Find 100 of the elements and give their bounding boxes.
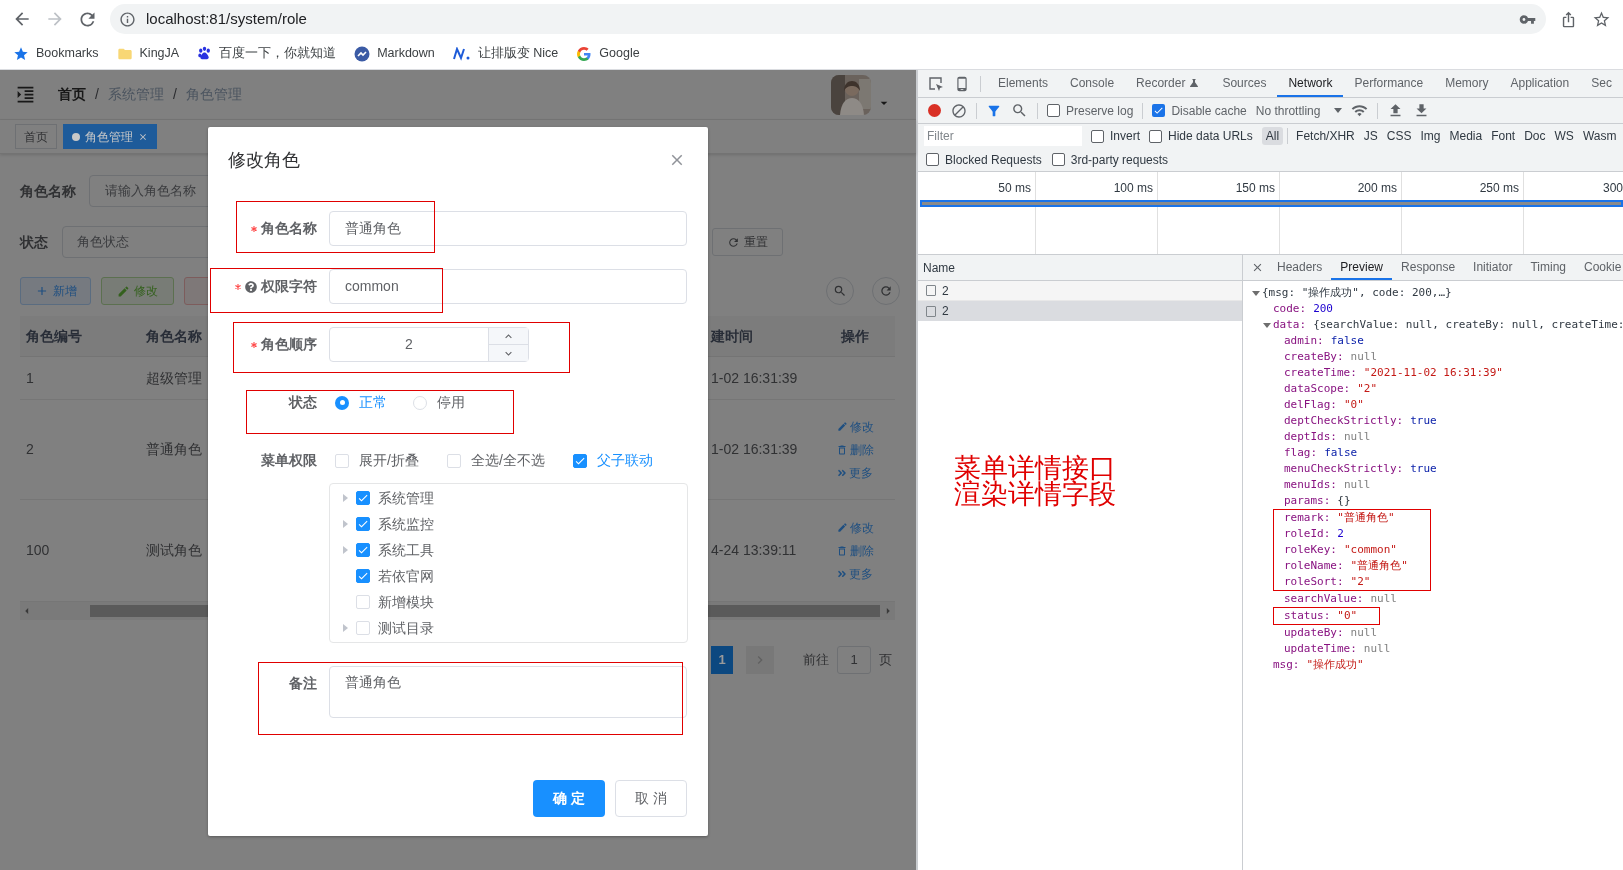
field-label: 菜单权限: [261, 451, 317, 470]
page-tab[interactable]: 首页: [15, 124, 57, 149]
radio-label[interactable]: 停用: [437, 392, 465, 413]
json-key: roleName:: [1284, 557, 1344, 575]
detail-tab[interactable]: Timing: [1521, 255, 1575, 280]
json-key: updateTime:: [1284, 640, 1357, 658]
checkbox-label[interactable]: Blocked Requests: [945, 150, 1042, 169]
table-cell-text: 超级管理: [146, 368, 202, 388]
json-value: null: [1370, 590, 1397, 607]
json-value: "0": [1344, 396, 1364, 413]
type-filter[interactable]: WS: [1550, 127, 1578, 145]
json-key: menuIds:: [1284, 476, 1337, 494]
tree-item-label[interactable]: 测试目录: [378, 617, 434, 639]
json-key: roleId:: [1284, 525, 1331, 543]
input-field[interactable]: 普通角色: [329, 211, 687, 246]
input-field[interactable]: common: [329, 269, 687, 304]
devtools-tab[interactable]: Sec: [1580, 70, 1623, 97]
devtools-tab[interactable]: Performance: [1343, 70, 1435, 97]
json-key: remark:: [1284, 509, 1331, 527]
type-filter[interactable]: CSS: [1382, 127, 1416, 145]
json-key: updateBy:: [1284, 624, 1344, 642]
checkbox-label[interactable]: Preserve log: [1066, 101, 1134, 120]
address-bar[interactable]: localhost:81/system/role: [110, 4, 1546, 34]
page-tab[interactable]: 角色管理: [63, 124, 157, 149]
bookmark-link[interactable]: Markdown: [377, 44, 435, 63]
type-filter[interactable]: Img: [1416, 127, 1445, 145]
checkbox-label[interactable]: 全选/全不选: [470, 450, 545, 471]
checkbox-label[interactable]: Invert: [1110, 127, 1140, 145]
request-row[interactable]: 2: [918, 301, 1242, 321]
request-row[interactable]: 2: [918, 281, 1242, 301]
json-key: msg:: [1273, 656, 1300, 674]
cancel-button[interactable]: 取 消: [615, 780, 687, 817]
devtools-tab[interactable]: Elements: [987, 70, 1060, 97]
checkbox-label[interactable]: Disable cache: [1171, 101, 1247, 120]
json-key: dataScope:: [1284, 380, 1351, 398]
page-input[interactable]: 1: [837, 646, 871, 674]
devtools-tab[interactable]: Application: [1499, 70, 1581, 97]
tree-item-label[interactable]: 若依官网: [378, 565, 434, 587]
checkbox-label[interactable]: 父子联动: [596, 450, 653, 471]
page-number[interactable]: 1: [711, 646, 733, 674]
bookmark-link[interactable]: Google: [599, 44, 640, 63]
timeline-tick: 50 ms: [998, 180, 1031, 197]
field-label: 权限字符: [261, 277, 317, 296]
json-key: flag:: [1284, 444, 1318, 462]
detail-tab[interactable]: Cookie: [1575, 255, 1623, 280]
type-filter[interactable]: Wasm: [1578, 127, 1621, 145]
annotation-text: 渲染详情字段: [954, 481, 1117, 507]
detail-tab[interactable]: Headers: [1268, 255, 1332, 280]
detail-tab[interactable]: Response: [1392, 255, 1465, 280]
checkbox-label[interactable]: 3rd-party requests: [1070, 150, 1169, 169]
bookmark-link[interactable]: 让排版变 Nice: [477, 44, 559, 63]
timeline-tick: 300: [1602, 180, 1623, 197]
radio-label[interactable]: 正常: [359, 392, 387, 413]
json-key: params:: [1284, 492, 1331, 510]
annotation-text: 菜单详情接口: [954, 455, 1117, 481]
throttling-select[interactable]: No throttling: [1255, 101, 1343, 120]
json-value: null: [1344, 428, 1371, 445]
json-key: createBy:: [1284, 348, 1344, 366]
field-label: 角色名称: [20, 181, 77, 201]
type-filter[interactable]: JS: [1359, 127, 1382, 145]
checkbox-label[interactable]: 展开/折叠: [359, 450, 419, 471]
table-cell-text: 普通角色: [146, 440, 202, 459]
detail-tab[interactable]: Initiator: [1464, 255, 1522, 280]
json-key: deptIds:: [1284, 428, 1337, 446]
breadcrumb-link[interactable]: 首页: [58, 84, 86, 105]
field-label: 状态: [289, 393, 317, 412]
devtools-tab[interactable]: Console: [1059, 70, 1126, 97]
page-unit: 页: [879, 651, 892, 670]
tree-item-label[interactable]: 系统工具: [378, 539, 434, 561]
tree-item-label[interactable]: 新增模块: [378, 591, 434, 613]
json-value: true: [1410, 412, 1437, 429]
json-value: true: [1410, 460, 1437, 477]
checkbox-label[interactable]: Hide data URLs: [1168, 127, 1253, 145]
bookmark-link[interactable]: KingJA: [139, 44, 180, 63]
devtools-tab[interactable]: Sources: [1211, 70, 1278, 97]
type-filter[interactable]: Media: [1445, 127, 1487, 145]
filter-field[interactable]: Filter: [924, 126, 1082, 146]
bookmark-link[interactable]: Bookmarks: [36, 44, 99, 63]
timeline-overview[interactable]: 50 ms 100 ms 150 ms 200 ms 250 ms 300: [918, 172, 1623, 255]
tree-item-label[interactable]: 系统管理: [378, 487, 434, 509]
table-cell-text: 测试角色: [146, 541, 202, 560]
json-value: "2": [1350, 573, 1371, 590]
bookmark-link[interactable]: 百度一下，你就知道: [219, 44, 337, 63]
json-value: null: [1350, 624, 1378, 641]
type-filter[interactable]: All: [1261, 127, 1284, 145]
type-filter[interactable]: Fetch/XHR: [1292, 127, 1359, 145]
devtools-tab[interactable]: Recorder: [1125, 70, 1212, 97]
tree-item-label[interactable]: 系统监控: [378, 513, 434, 535]
devtools-tab[interactable]: Memory: [1434, 70, 1500, 97]
json-summary: {msg: "操作成功", code: 200,…}: [1262, 284, 1452, 301]
column-header: Name: [923, 259, 955, 277]
textarea-field[interactable]: 普通角色: [329, 666, 687, 718]
reset-button[interactable]: 重置: [712, 228, 783, 256]
detail-tab[interactable]: Preview: [1331, 255, 1393, 280]
type-filter[interactable]: Doc: [1520, 127, 1550, 145]
breadcrumb-separator: /: [172, 85, 177, 104]
type-filter[interactable]: Font: [1487, 127, 1520, 145]
timeline-tick: 250 ms: [1479, 180, 1519, 197]
json-value: "2021-11-02 16:31:39": [1363, 364, 1503, 381]
timeline-tick: 200 ms: [1357, 180, 1397, 197]
